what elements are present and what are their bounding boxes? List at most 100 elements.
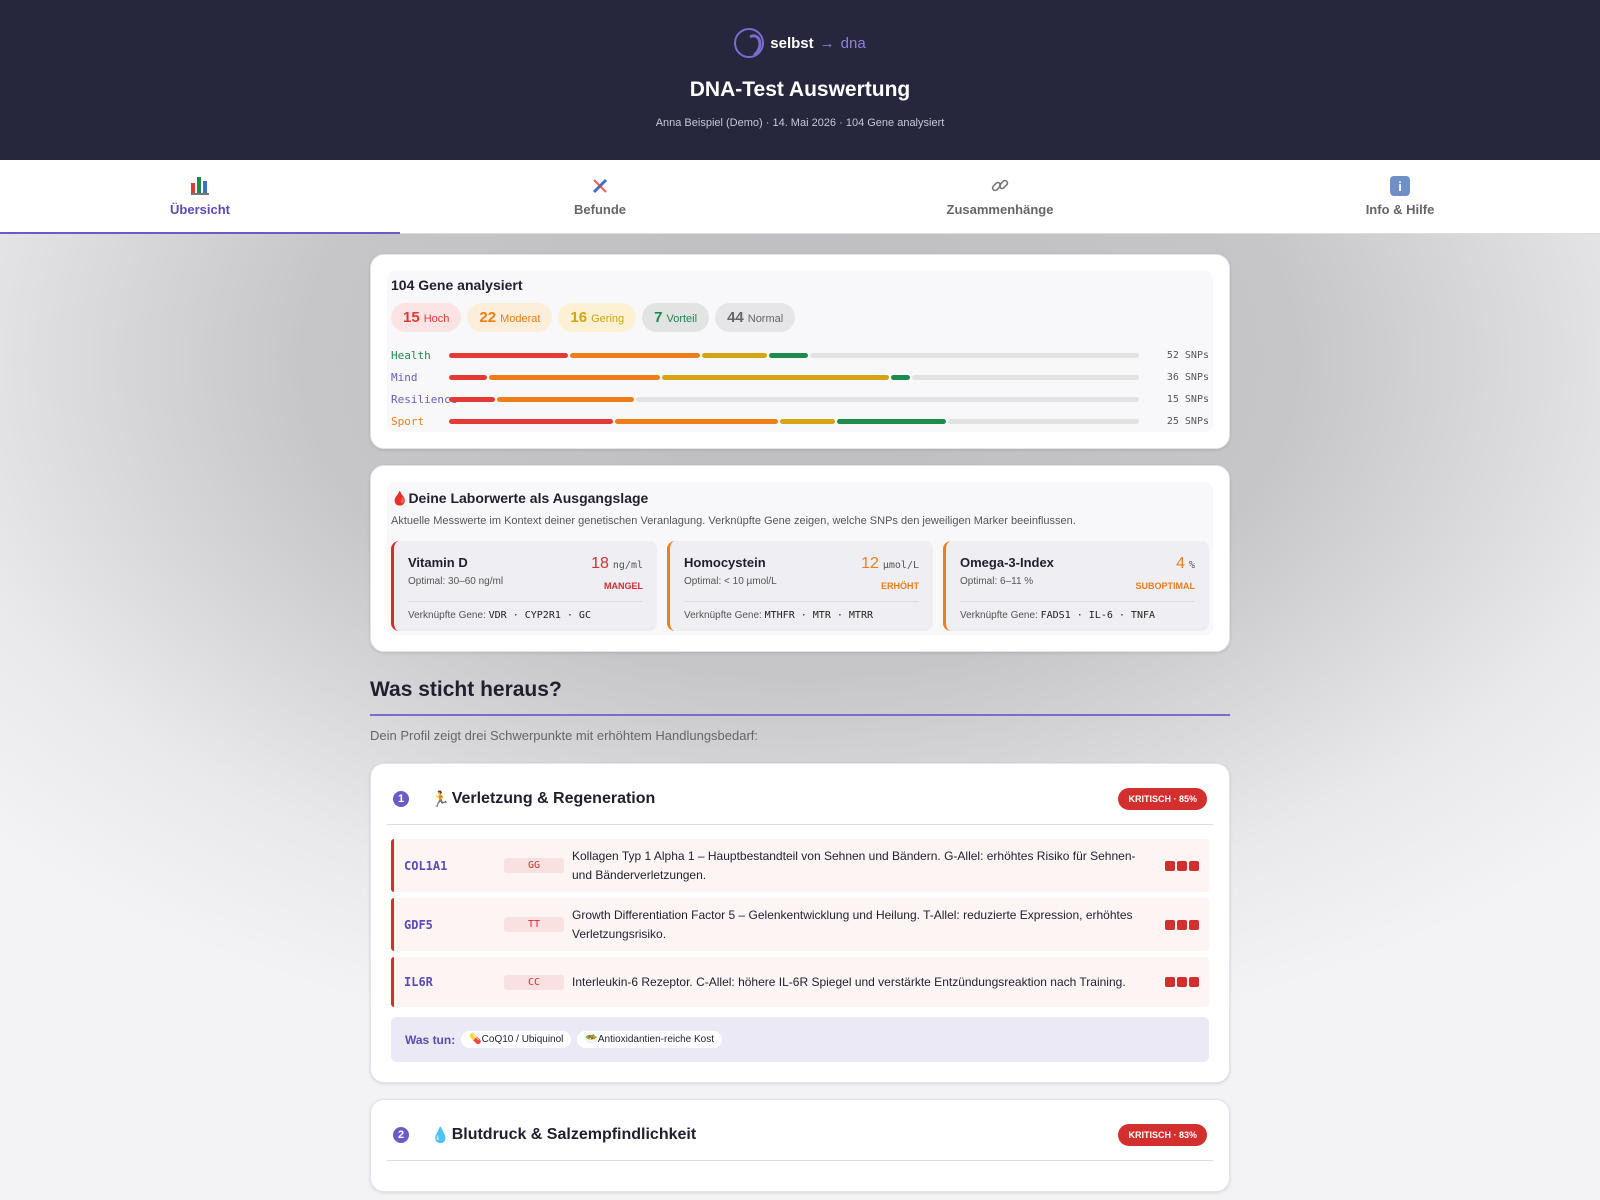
page-subtitle: Anna Beispiel (Demo) · 14. Mai 2026 · 10… [655,117,945,129]
risk-dot [1165,977,1175,988]
lab-value-unit: % [1188,560,1195,571]
risk-dot [1165,860,1175,871]
todo-label: Was tun: [405,1032,456,1047]
gene-row[interactable]: COL1A1 GG Kollagen Typ 1 Alpha 1 – Hauptbe… [391,839,1209,893]
risk-pill-normal[interactable]: 44 Normal [715,303,796,332]
todo-box: Was tun: 💊CoQ10 / Ubiquinol 🥗Antioxidant… [391,1017,1209,1063]
focus-header[interactable]: 1 🏃 Verletzung & Regeneration KRITISCH ·… [387,780,1213,825]
dna-icon [590,176,610,196]
bar-segment [489,374,660,380]
snp-count: 52 SNPs [1166,349,1209,361]
gene-name: COL1A1 [404,858,448,873]
focus-number: 2 [393,1127,409,1144]
lab-value-card[interactable]: Omega-3-Index Optimal: 6–11 % 4% SUBOPTIMAL… [943,541,1209,631]
logo-arrow: → [819,34,835,52]
risk-level-indicator [1165,919,1199,930]
tab-info-hilfe[interactable]: i Info & Hilfe [1200,160,1600,233]
tab-uebersicht[interactable]: Übersicht [0,160,400,234]
linked-genes-list: FADS1 · IL-6 · TNFA [1040,610,1156,621]
category-label: Mind [391,370,418,384]
todo-chip[interactable]: 💊CoQ10 / Ubiquinol [461,1031,572,1049]
pill-count: 15 [403,309,420,326]
category-bar [449,374,1139,380]
category-label: Sport [391,414,425,428]
bar-segment [780,418,835,424]
lab-value-card[interactable]: Vitamin D Optimal: 30–60 ng/ml 18 ng/ml MANG… [391,541,657,631]
bar-segment [661,374,889,380]
lab-divider [684,601,919,602]
risk-pill-vorteil[interactable]: 7 Vorteil [642,303,710,332]
focus-header[interactable]: 2 💧 Blutdruck & Salzempfindlichkeit KRIT… [387,1116,1213,1162]
tab-label: Info & Hilfe [1365,202,1435,217]
lab-value-unit: ng/ml [612,560,643,571]
bar-segment [768,352,809,358]
gene-list: COL1A1 GG Kollagen Typ 1 Alpha 1 – Hauptbe… [387,839,1213,1008]
risk-dot [1177,860,1187,871]
tab-befunde[interactable]: Befunde [400,160,800,233]
category-label: Resilience [391,392,458,406]
bar-segment [496,396,635,402]
lab-description: Aktuelle Messwerte im Kontext deiner gen… [391,515,1076,527]
todo-chip[interactable]: 🥗Antioxidantien-reiche Kost [577,1031,723,1049]
lab-value-number: 18 [591,555,609,572]
snp-count: 25 SNPs [1166,415,1209,427]
risk-pill-hoch[interactable]: 15 Hoch [391,303,462,332]
severity-badge: KRITISCH · 85% [1118,788,1207,810]
focus-title: Verletzung & Regeneration [451,790,656,807]
category-bar [449,396,1139,402]
lab-linked-genes: Verknüpfte Gene: FADS1 · IL-6 · TNFA [960,610,1195,621]
category-bar [449,352,1139,358]
lab-linked-genes: Verknüpfte Gene: MTHFR · MTR · MTRR [684,610,919,621]
bar-segment [449,418,613,424]
lab-value-number: 4 [1176,555,1185,572]
category-bar [449,418,1139,424]
bar-segment [449,374,488,380]
gene-row[interactable]: GDF5 TT Growth Differentiation Factor 5 – … [391,898,1209,952]
bar-segment [948,418,1139,424]
highlights-title: Was sticht heraus? [370,678,1230,716]
lab-status: ERHÖHT [881,581,919,591]
risk-level-indicator [1165,860,1199,871]
snp-count: 15 SNPs [1166,393,1209,405]
bar-segment [911,374,1139,380]
link-icon [990,176,1010,196]
overview-card: 104 Gene analysiert 15 Hoch 22 Moderat 16 Ger… [370,254,1230,449]
gene-row[interactable]: IL6R CC Interleukin-6 Rezeptor. C-Allel: h… [391,957,1209,1008]
category-row: Health 52 SNPs [391,344,1209,366]
logo[interactable]: selbst → dna [0,28,1600,58]
main-content: 104 Gene analysiert 15 Hoch 22 Moderat 16 Ger… [370,254,1230,1193]
risk-dot [1189,977,1199,988]
highlights-subtitle: Dein Profil zeigt drei Schwerpunkte mit … [370,728,759,743]
pill-count: 22 [479,309,497,326]
risk-pill-gering[interactable]: 16 Gering [558,303,637,332]
risk-dot [1177,919,1187,930]
risk-level-indicator [1165,977,1199,988]
bar-segment [701,352,767,358]
pill-label: Normal [747,313,784,325]
pill-count: 7 [654,309,663,326]
lab-title-text: Deine Laborwerte als Ausgangslage [408,490,649,506]
linked-genes-label: Verknüpfte Gene: [960,610,1038,621]
gene-name: GDF5 [404,917,433,932]
risk-pills: 15 Hoch 22 Moderat 16 Gering 7 Vorteil 44 Normal [391,303,1209,332]
risk-pill-moderat[interactable]: 22 Moderat [467,303,553,332]
category-label: Health [391,348,431,362]
info-icon: i [1390,176,1410,196]
lab-value: 4% [1176,555,1195,573]
lab-value: 18 ng/ml [591,555,643,573]
logo-word-selbst: selbst [770,34,814,52]
pill-label: Moderat [500,313,541,325]
pill-label: Gering [591,313,625,325]
lab-status: MANGEL [604,581,643,591]
linked-genes-label: Verknüpfte Gene: [408,610,486,621]
pill-count: 16 [570,309,588,326]
lab-title: 🩸Deine Laborwerte als Ausgangslage [391,490,1209,507]
bar-segment [449,396,495,402]
linked-genes-list: MTHFR · MTR · MTRR [764,610,873,621]
logo-word-dna: dna [840,34,866,52]
focus-card-2: 2 💧 Blutdruck & Salzempfindlichkeit KRIT… [370,1099,1230,1193]
tab-zusammenhaenge[interactable]: Zusammenhänge [800,160,1200,233]
lab-value-card[interactable]: Homocystein Optimal: < 10 µmol/L 12 µmol/L E… [667,541,933,631]
todo-chip-label: Antioxidantien-reiche Kost [597,1034,715,1046]
tab-bar: Übersicht Befunde Zusammenhänge i Info &… [0,160,1600,234]
